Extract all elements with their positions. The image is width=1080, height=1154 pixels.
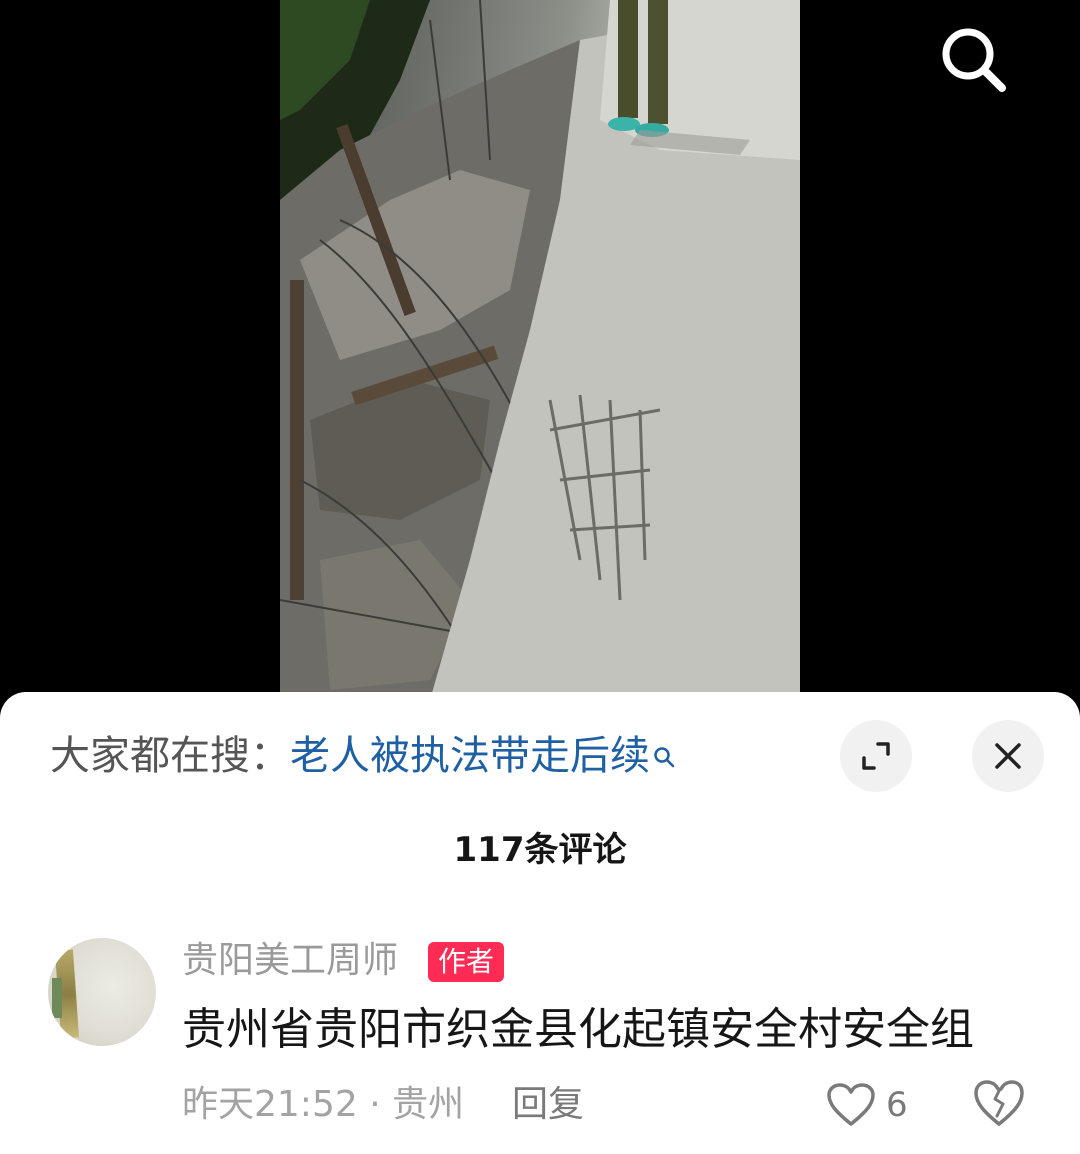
comment-sheet: 大家都在搜：老人被执法带走后续 117条评论 贵阳美工周师 作者 贵州省贵阳市织… — [0, 692, 1080, 1154]
expand-button[interactable] — [840, 720, 912, 792]
author-badge: 作者 — [428, 942, 505, 982]
comment-count: 117条评论 — [453, 830, 627, 870]
hot-search-term[interactable]: 老人被执法带走后续 — [290, 733, 650, 779]
reply-button[interactable]: 回复 — [512, 1080, 584, 1130]
video-scene — [280, 0, 800, 700]
comment-text: 贵州省贵阳市织金县化起镇安全村安全组 — [182, 1004, 974, 1055]
close-button[interactable] — [972, 720, 1044, 792]
hot-search-label: 大家都在搜： — [50, 733, 290, 779]
dislike-button[interactable] — [972, 1078, 1026, 1132]
comment-time-location: 昨天21:52 · 贵州 — [182, 1084, 465, 1125]
video-player[interactable] — [0, 0, 1080, 700]
broken-heart-icon — [974, 1080, 1024, 1126]
like-count: 6 — [886, 1085, 908, 1125]
avatar[interactable] — [48, 938, 156, 1046]
hot-search-bar: 大家都在搜：老人被执法带走后续 — [50, 728, 678, 786]
search-icon[interactable] — [936, 22, 1010, 96]
comment-item: 贵阳美工周师 作者 贵州省贵阳市织金县化起镇安全村安全组 昨天21:52 · 贵… — [0, 930, 1080, 1140]
expand-icon — [862, 742, 890, 770]
close-icon — [995, 743, 1021, 769]
heart-icon — [827, 1083, 875, 1126]
like-button[interactable]: 6 — [826, 1078, 908, 1132]
screen: 大家都在搜：老人被执法带走后续 117条评论 贵阳美工周师 作者 贵州省贵阳市织… — [0, 0, 1080, 1154]
small-search-icon[interactable] — [652, 730, 678, 786]
video-frame — [280, 0, 800, 700]
comment-username[interactable]: 贵阳美工周师 — [182, 936, 398, 986]
